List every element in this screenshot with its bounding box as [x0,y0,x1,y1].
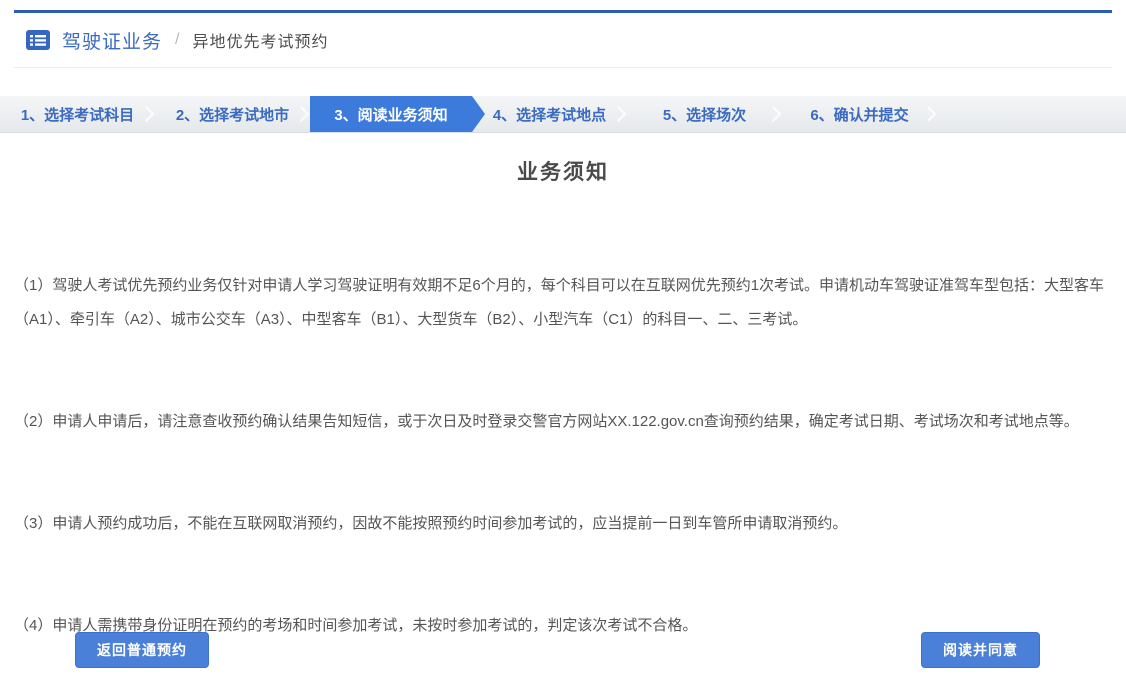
footer-button-row: 返回普通预约 阅读并同意 [0,632,1126,668]
list-icon [25,29,51,51]
notice-paragraph-2: （2）申请人申请后，请注意查收预约确认结果告知短信，或于次日及时登录交警官方网站… [14,405,1114,439]
tab-step-1-select-subject[interactable]: 1、选择考试科目 [0,96,155,132]
back-to-normal-appointment-button[interactable]: 返回普通预约 [75,632,209,668]
exam-appointment-page: 驾驶证业务 / 异地优先考试预约 1、选择考试科目 2、选择考试地市 3、阅读业… [0,0,1126,697]
tab-step-6-confirm-submit[interactable]: 6、确认并提交 [782,96,937,132]
tab-step-4-select-site[interactable]: 4、选择考试地点 [472,96,627,132]
tab-step-3-read-notice[interactable]: 3、阅读业务须知 [310,96,472,132]
breadcrumb-section-link[interactable]: 驾驶证业务 [62,27,162,54]
breadcrumb-header: 驾驶证业务 / 异地优先考试预约 [14,13,1112,68]
page-title: 异地优先考试预约 [192,28,328,52]
notice-paragraph-1: （1）驾驶人考试优先预约业务仅针对申请人学习驾驶证明有效期不足6个月的，每个科目… [14,269,1114,337]
notice-body: （1）驾驶人考试优先预约业务仅针对申请人学习驾驶证明有效期不足6个月的，每个科目… [14,201,1114,697]
notice-paragraph-3: （3）申请人预约成功后，不能在互联网取消预约，因故不能按照预约时间参加考试的，应… [14,507,1114,541]
breadcrumb-separator: / [175,31,179,49]
tab-step-2-select-city[interactable]: 2、选择考试地市 [155,96,310,132]
notice-title: 业务须知 [0,156,1126,186]
step-wizard-bar: 1、选择考试科目 2、选择考试地市 3、阅读业务须知 4、选择考试地点 5、选择… [0,96,1126,133]
read-and-agree-button[interactable]: 阅读并同意 [921,632,1040,668]
tab-step-5-select-session[interactable]: 5、选择场次 [627,96,782,132]
